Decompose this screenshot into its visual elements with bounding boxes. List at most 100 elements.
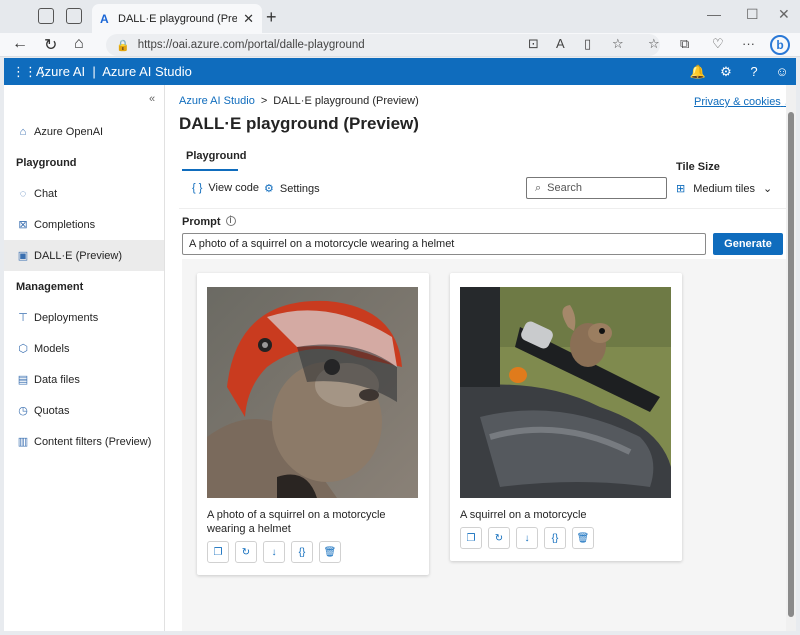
sidebar-heading-management: Management	[16, 281, 84, 293]
reader-view-icon[interactable]: ▯	[584, 36, 591, 52]
info-icon[interactable]: i	[225, 216, 236, 226]
url-text: https://oai.azure.com/portal/dalle-playg…	[137, 39, 365, 51]
tab-actions-icon[interactable]	[66, 8, 82, 24]
settings-icon: ⚙	[264, 183, 274, 195]
minimize-icon[interactable]: —	[707, 6, 721, 22]
prompt-input[interactable]	[182, 233, 706, 255]
file-icon: ▤	[17, 374, 29, 386]
sidebar-item-chat[interactable]: ◌ Chat	[4, 178, 164, 209]
lock-icon: 🔒	[116, 39, 130, 52]
tab-title: DALL·E playground (Preview) | Az	[118, 12, 238, 25]
deployments-icon: ⊤	[18, 312, 28, 324]
new-tab-button[interactable]: +	[266, 7, 277, 28]
image-icon: ▣	[17, 250, 29, 262]
search-input[interactable]: ⌕ Search	[526, 177, 667, 199]
sidebar-item-label: Completions	[34, 218, 96, 231]
sidebar-item-label: Quotas	[34, 404, 70, 417]
models-icon: ⬡	[18, 343, 28, 355]
copy-icon[interactable]: ❐	[460, 527, 482, 549]
copy-icon[interactable]: ❐	[207, 541, 229, 563]
view-code-icon[interactable]: {}	[291, 541, 313, 563]
settings-gear-icon[interactable]: ⚙	[712, 64, 740, 80]
code-braces-icon: { }	[192, 182, 203, 194]
download-icon[interactable]: ↓	[516, 527, 538, 549]
sidebar-item-dalle[interactable]: ▣ DALL·E (Preview)	[4, 240, 164, 271]
app-launcher-icon[interactable]: ⋮⋮⋮	[12, 65, 49, 78]
generated-image-squirrel-helmet[interactable]	[207, 287, 418, 498]
completions-icon: ⊠	[18, 219, 28, 231]
address-bar-row: ← ↻ ⌂ 🔒 https://oai.azure.com/portal/dal…	[0, 33, 800, 57]
browser-tab[interactable]: A DALL·E playground (Preview) | Az ✕	[92, 4, 262, 33]
image-card[interactable]: A photo of a squirrel on a motorcycle we…	[197, 273, 429, 575]
refresh-icon[interactable]: ↻	[44, 35, 57, 55]
tab-playground[interactable]: Playground	[186, 150, 247, 162]
image-caption: A photo of a squirrel on a motorcycle we…	[207, 509, 386, 535]
search-icon: ⌕	[535, 181, 542, 194]
app-available-icon[interactable]: ⊡	[528, 36, 539, 52]
image-card[interactable]: A squirrel on a motorcycle ❐ ↻ ↓ {} 🗑	[450, 273, 682, 561]
search-placeholder: Search	[547, 182, 583, 194]
settings-button[interactable]: ⚙ Settings	[264, 182, 320, 196]
sidebar-item-label: Data files	[34, 373, 80, 386]
url-field[interactable]: 🔒 https://oai.azure.com/portal/dalle-pla…	[106, 34, 660, 56]
tile-size-label: Tile Size	[676, 161, 720, 173]
browser-essentials-icon[interactable]: ♡	[712, 36, 724, 52]
image-gallery: A photo of a squirrel on a motorcycle we…	[182, 259, 786, 631]
prompt-label-text: Prompt	[182, 216, 221, 228]
view-code-icon[interactable]: {}	[544, 527, 566, 549]
breadcrumb-root-link[interactable]: Azure AI Studio	[179, 95, 255, 107]
maximize-icon[interactable]: ☐	[746, 6, 759, 23]
azure-favicon-icon: A	[100, 11, 109, 26]
delete-icon[interactable]: 🗑	[572, 527, 594, 549]
close-window-icon[interactable]: ✕	[778, 6, 790, 23]
generate-button[interactable]: Generate	[713, 233, 783, 255]
sidebar-item-label: Chat	[34, 187, 58, 200]
home-browser-icon[interactable]: ⌂	[74, 35, 84, 53]
view-code-button[interactable]: { } View code	[192, 182, 259, 194]
sidebar-heading-playground: Playground	[16, 157, 77, 169]
delete-icon[interactable]: 🗑	[319, 541, 341, 563]
card-actions: ❐ ↻ ↓ {} 🗑	[207, 541, 341, 563]
card-actions: ❐ ↻ ↓ {} 🗑	[460, 527, 594, 549]
sidebar-item-label: Models	[34, 342, 70, 355]
breadcrumb: Azure AI Studio > DALL·E playground (Pre…	[179, 95, 419, 107]
close-tab-icon[interactable]: ✕	[243, 11, 254, 27]
regenerate-icon[interactable]: ↻	[235, 541, 257, 563]
sidebar-item-content-filters[interactable]: ▥ Content filters (Preview)	[4, 426, 164, 457]
divider	[179, 208, 786, 209]
sidebar-item-completions[interactable]: ⊠ Completions	[4, 209, 164, 240]
workspaces-icon[interactable]	[38, 8, 54, 24]
breadcrumb-current: DALL·E playground (Preview)	[273, 95, 419, 107]
feedback-smiley-icon[interactable]: ☺	[768, 64, 796, 79]
sidebar-item-label: Azure OpenAI	[34, 125, 104, 138]
back-icon[interactable]: ←	[12, 35, 28, 53]
tile-size-dropdown[interactable]: ⊞ Medium tiles ⌄	[676, 182, 773, 196]
generated-image-squirrel-motorcycle[interactable]	[460, 287, 671, 498]
sidebar-item-deployments[interactable]: ⊤ Deployments	[4, 302, 164, 333]
sidebar-item-models[interactable]: ⬡ Models	[4, 333, 164, 364]
privacy-link[interactable]: Privacy & cookies ↗	[694, 95, 793, 108]
sidebar-item-label: DALL·E (Preview)	[34, 249, 123, 262]
regenerate-icon[interactable]: ↻	[488, 527, 510, 549]
help-icon[interactable]: ?	[740, 64, 768, 79]
more-icon[interactable]: ···	[742, 36, 755, 51]
quota-icon: ◷	[18, 405, 28, 417]
page-title: DALL·E playground (Preview)	[179, 114, 419, 133]
tab-underline	[182, 169, 238, 171]
sidebar-item-quotas[interactable]: ◷ Quotas	[4, 395, 164, 426]
sidebar-item-label: Deployments	[34, 311, 99, 324]
sidebar-item-azure-openai[interactable]: ⌂ Azure OpenAI	[4, 116, 164, 147]
notifications-icon[interactable]: 🔔	[684, 64, 712, 80]
sidebar-item-data-files[interactable]: ▤ Data files	[4, 364, 164, 395]
collections-icon[interactable]: ⧉	[680, 36, 689, 52]
scrollbar-thumb[interactable]	[788, 112, 794, 617]
read-aloud-icon[interactable]: A	[556, 36, 565, 51]
sidebar: « ⌂ Azure OpenAI Playground ◌ Chat ⊠ Com…	[4, 85, 165, 631]
collapse-sidebar-icon[interactable]: «	[149, 93, 155, 105]
favorite-star-icon[interactable]: ☆	[612, 36, 624, 52]
chevron-down-icon: ⌄	[762, 183, 773, 195]
download-icon[interactable]: ↓	[263, 541, 285, 563]
favorites-icon[interactable]: ☆	[648, 36, 660, 52]
bing-icon[interactable]: b	[770, 35, 790, 55]
brand-title[interactable]: Azure AI | Azure AI Studio	[36, 64, 192, 79]
